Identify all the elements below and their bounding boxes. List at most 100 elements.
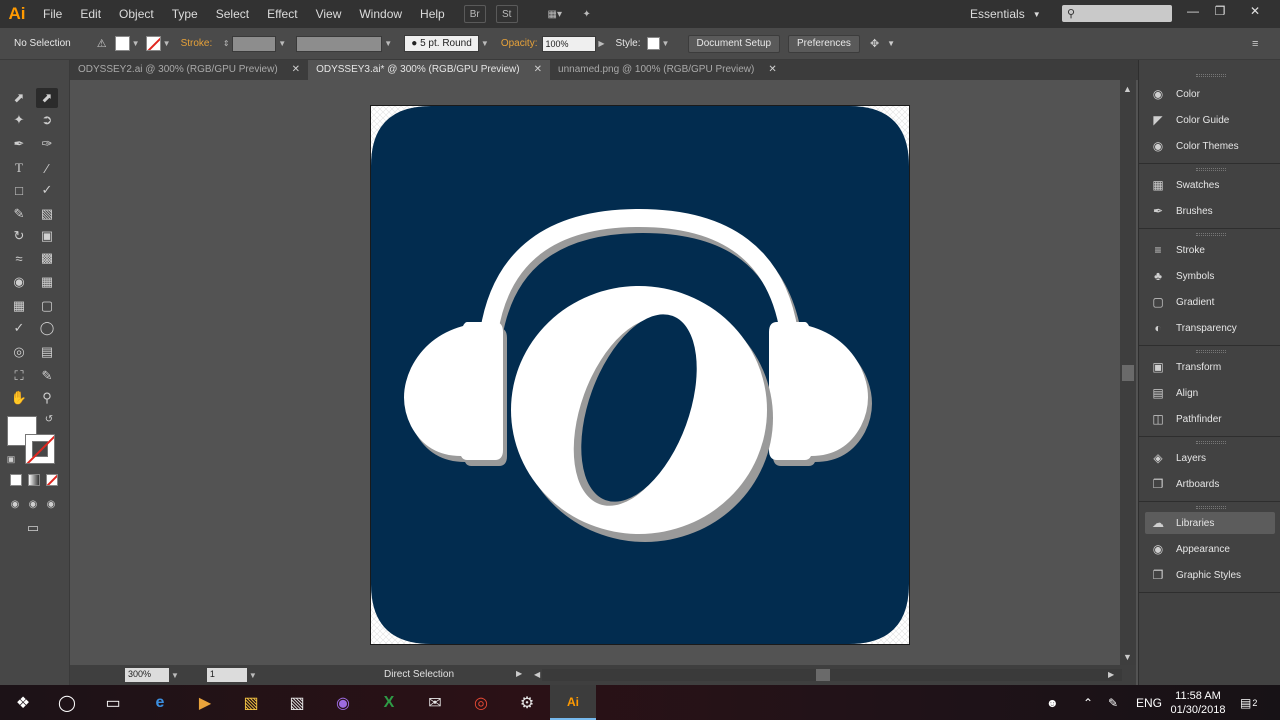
gradient-tool-icon[interactable]: ▢ bbox=[36, 296, 58, 316]
media-player-icon[interactable]: ▶ bbox=[182, 685, 228, 720]
chrome-icon[interactable]: ◎ bbox=[458, 685, 504, 720]
artboard-number-field[interactable]: 1 bbox=[206, 668, 247, 682]
panel-color[interactable]: ◉ Color bbox=[1145, 83, 1275, 105]
current-tool-status[interactable]: Direct Selection bbox=[384, 669, 454, 680]
scroll-down-icon[interactable]: ▼ bbox=[1123, 652, 1132, 662]
artboard-tool-icon[interactable]: ⛶ bbox=[8, 366, 30, 386]
column-graph-tool-icon[interactable]: ▤ bbox=[36, 342, 58, 362]
scroll-right-icon[interactable]: ▶ bbox=[1108, 670, 1114, 679]
graphic-style-swatch[interactable] bbox=[646, 37, 660, 50]
opacity-label[interactable]: Opacity: bbox=[501, 38, 538, 49]
file-explorer-icon[interactable]: ▧ bbox=[228, 685, 274, 720]
dock-grip[interactable] bbox=[1196, 441, 1226, 444]
none-mode-button[interactable] bbox=[46, 474, 58, 486]
chevron-down-icon[interactable]: ▼ bbox=[382, 36, 394, 52]
eyedropper-tool-icon[interactable]: ✓ bbox=[8, 318, 30, 338]
paintbrush-tool-icon[interactable]: ✓ bbox=[36, 180, 58, 200]
panel-menu-icon[interactable]: ≡ bbox=[1252, 38, 1258, 50]
width-tool-icon[interactable]: ≈ bbox=[8, 248, 30, 268]
excel-icon[interactable]: X bbox=[366, 685, 412, 720]
tab-unnamed-png[interactable]: unnamed.png @ 100% (RGB/GPU Preview) ✕ bbox=[550, 60, 785, 80]
color-mode-button[interactable] bbox=[10, 474, 22, 486]
menu-view[interactable]: View bbox=[307, 0, 351, 28]
panel-layers[interactable]: ◈ Layers bbox=[1145, 447, 1275, 469]
stroke-label[interactable]: Stroke: bbox=[181, 38, 213, 49]
menu-object[interactable]: Object bbox=[110, 0, 163, 28]
workspace-switcher[interactable]: Essentials ▼ bbox=[970, 0, 1041, 28]
screen-mode-icon[interactable]: ▭ bbox=[22, 518, 44, 538]
gradient-mode-button[interactable] bbox=[28, 474, 40, 486]
rectangle-tool-icon[interactable]: □ bbox=[8, 180, 30, 200]
close-window-button[interactable]: ✕ bbox=[1238, 0, 1272, 22]
stroke-weight-stepper[interactable]: ⇕ bbox=[220, 36, 232, 52]
chevron-down-icon[interactable]: ▼ bbox=[479, 36, 491, 52]
pencil-tool-icon[interactable]: ✎ bbox=[8, 204, 30, 224]
mail-icon[interactable]: ✉ bbox=[412, 685, 458, 720]
panel-pathfinder[interactable]: ◫ Pathfinder bbox=[1145, 408, 1275, 430]
scroll-up-icon[interactable]: ▲ bbox=[1123, 84, 1132, 94]
menu-help[interactable]: Help bbox=[411, 0, 454, 28]
free-transform-tool-icon[interactable]: ▩ bbox=[36, 248, 58, 268]
stock-icon[interactable]: St bbox=[495, 5, 518, 23]
chevron-down-icon[interactable]: ▼ bbox=[887, 39, 895, 48]
variable-width-profile[interactable] bbox=[296, 35, 383, 52]
dock-grip[interactable] bbox=[1196, 233, 1226, 236]
slice-tool-icon[interactable]: ✎ bbox=[36, 366, 58, 386]
panel-align[interactable]: ▤ Align bbox=[1145, 382, 1275, 404]
panel-stroke[interactable]: ≡ Stroke bbox=[1145, 239, 1275, 261]
panel-graphic-styles[interactable]: ❐ Graphic Styles bbox=[1145, 564, 1275, 586]
fill-swatch[interactable] bbox=[114, 36, 130, 51]
language-indicator[interactable]: ENG bbox=[1136, 685, 1162, 720]
close-icon[interactable]: ✕ bbox=[534, 60, 542, 80]
edge-browser-icon[interactable]: e bbox=[137, 685, 183, 720]
swap-colors-icon[interactable]: ↺ bbox=[42, 412, 56, 426]
menu-select[interactable]: Select bbox=[207, 0, 258, 28]
menu-window[interactable]: Window bbox=[350, 0, 411, 28]
chevron-down-icon[interactable]: ▼ bbox=[171, 671, 179, 680]
dock-grip[interactable] bbox=[1196, 74, 1226, 77]
windows-start-icon[interactable]: ❖ bbox=[0, 685, 46, 720]
stroke-color-box[interactable] bbox=[25, 434, 55, 464]
gpu-performance-icon[interactable]: ✦ bbox=[576, 5, 598, 23]
cortana-search-icon[interactable]: ◯ bbox=[44, 685, 90, 720]
stroke-swatch[interactable] bbox=[145, 36, 161, 51]
menu-file[interactable]: File bbox=[34, 0, 71, 28]
brush-definition-field[interactable]: ● 5 pt. Round bbox=[404, 35, 479, 52]
rotate-tool-icon[interactable]: ↻ bbox=[8, 226, 30, 246]
eraser-tool-icon[interactable]: ▧ bbox=[36, 204, 58, 224]
chevron-down-icon[interactable]: ▼ bbox=[130, 36, 142, 52]
shape-builder-tool-icon[interactable]: ◉ bbox=[8, 272, 30, 292]
preferences-button[interactable]: Preferences bbox=[788, 34, 860, 53]
transform-icon[interactable]: ✥ bbox=[870, 37, 879, 50]
mesh-tool-icon[interactable]: ▦ bbox=[8, 296, 30, 316]
panel-transparency[interactable]: ◐ Transparency bbox=[1145, 317, 1275, 339]
symbol-sprayer-tool-icon[interactable]: ◎ bbox=[8, 342, 30, 362]
pen-icon[interactable]: ✎ bbox=[1108, 685, 1118, 720]
chevron-up-icon[interactable]: ⌃ bbox=[1083, 685, 1093, 720]
dock-grip[interactable] bbox=[1196, 350, 1226, 353]
line-tool-icon[interactable]: ∕ bbox=[36, 158, 58, 178]
draw-inside-icon[interactable]: ◉ bbox=[40, 494, 62, 514]
logo-artwork[interactable] bbox=[371, 106, 909, 644]
zoom-tool-icon[interactable]: ⚲ bbox=[36, 388, 58, 408]
menu-type[interactable]: Type bbox=[163, 0, 207, 28]
selection-tool-icon[interactable]: ⬈ bbox=[8, 88, 30, 108]
chevron-down-icon[interactable]: ▼ bbox=[161, 36, 173, 52]
panel-color-guide[interactable]: ◤ Color Guide bbox=[1145, 109, 1275, 131]
bridge-icon[interactable]: Br bbox=[463, 5, 486, 23]
scroll-left-icon[interactable]: ◀ bbox=[534, 670, 540, 679]
horizontal-scroll-thumb[interactable] bbox=[816, 669, 830, 681]
lasso-tool-icon[interactable]: ➲ bbox=[36, 110, 58, 130]
vertical-scrollbar[interactable]: ▲ ▼ bbox=[1120, 80, 1136, 665]
document-setup-button[interactable]: Document Setup bbox=[687, 34, 781, 53]
arrange-documents-icon[interactable]: ▦▾ bbox=[544, 5, 566, 23]
app-icon[interactable]: ◉ bbox=[320, 685, 366, 720]
tab-odyssey3[interactable]: ODYSSEY3.ai* @ 300% (RGB/GPU Preview) ✕ bbox=[308, 60, 551, 80]
chevron-down-icon[interactable]: ▼ bbox=[660, 36, 672, 52]
vertical-scroll-thumb[interactable] bbox=[1122, 365, 1134, 381]
panel-color-themes[interactable]: ◉ Color Themes bbox=[1145, 135, 1275, 157]
panel-transform[interactable]: ▣ Transform bbox=[1145, 356, 1275, 378]
magic-wand-tool-icon[interactable]: ✦ bbox=[8, 110, 30, 130]
hand-tool-icon[interactable]: ✋ bbox=[8, 388, 30, 408]
illustrator-logo[interactable]: Ai bbox=[0, 0, 34, 28]
